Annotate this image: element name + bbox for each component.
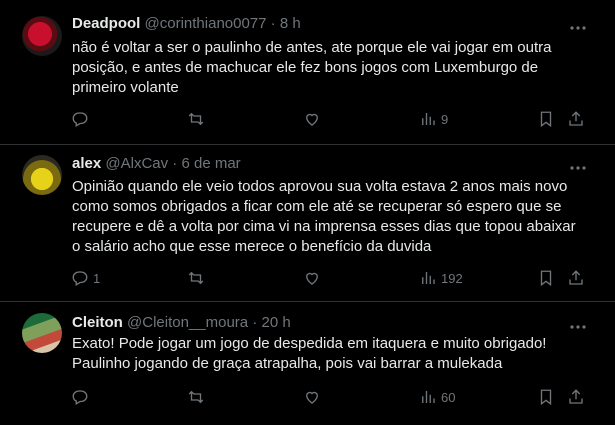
tweet[interactable]: alex @AlxCav · 6 de mar Opinião quando e… [0, 145, 615, 301]
retweet-button[interactable] [187, 109, 205, 129]
user-handle[interactable]: @AlxCav [105, 155, 168, 172]
like-button[interactable] [303, 268, 321, 288]
bookmark-button[interactable] [537, 109, 555, 129]
tweet-header: Cleiton @Cleiton__moura · 20 h [72, 314, 291, 332]
share-icon [567, 388, 585, 406]
more-icon[interactable] [569, 319, 587, 330]
views-count: 9 [441, 111, 449, 127]
more-icon[interactable] [569, 160, 587, 171]
reply-icon [71, 110, 89, 128]
like-icon [303, 269, 321, 287]
display-name[interactable]: alex [72, 155, 101, 172]
tweet[interactable]: Cleiton @Cleiton__moura · 20 h Exato! Po… [0, 302, 615, 425]
tweet-text: Opinião quando ele veio todos aprovou su… [72, 178, 576, 255]
share-button[interactable] [567, 387, 585, 407]
reply-button[interactable] [71, 109, 93, 129]
bookmark-button[interactable] [537, 268, 555, 288]
tweet-text: não é voltar a ser o paulinho de antes, … [72, 39, 552, 96]
avatar[interactable] [22, 155, 62, 195]
like-button[interactable] [303, 109, 321, 129]
views-icon [419, 110, 437, 128]
reply-icon [71, 388, 89, 406]
share-icon [567, 110, 585, 128]
action-bar: 60 [62, 387, 592, 407]
views-count: 60 [441, 389, 456, 405]
display-name[interactable]: Cleiton [72, 314, 123, 331]
like-icon [303, 110, 321, 128]
views-button[interactable]: 60 [419, 387, 455, 407]
share-button[interactable] [567, 268, 585, 288]
action-bar: 1 192 [62, 268, 592, 288]
reply-button[interactable]: 1 [71, 268, 100, 288]
bookmark-icon [537, 388, 555, 406]
action-bar: 9 [62, 109, 592, 129]
separator-dot: · [270, 15, 276, 32]
views-count: 192 [441, 270, 463, 286]
share-icon [567, 269, 585, 287]
retweet-button[interactable] [187, 268, 205, 288]
share-button[interactable] [567, 109, 585, 129]
reply-count: 1 [93, 270, 101, 286]
retweet-icon [187, 388, 205, 406]
tweet-text: Exato! Pode jogar um jogo de despedida e… [72, 335, 547, 372]
views-icon [419, 388, 437, 406]
reply-icon [71, 269, 89, 287]
separator-dot: · [172, 155, 178, 172]
timestamp[interactable]: 6 de mar [181, 155, 240, 172]
tweet-header: alex @AlxCav · 6 de mar [72, 155, 241, 173]
views-icon [419, 269, 437, 287]
retweet-button[interactable] [187, 387, 205, 407]
bookmark-icon [537, 269, 555, 287]
views-button[interactable]: 192 [419, 268, 463, 288]
views-button[interactable]: 9 [419, 109, 448, 129]
user-handle[interactable]: @Cleiton__moura [127, 314, 248, 331]
bookmark-icon [537, 110, 555, 128]
timestamp[interactable]: 8 h [280, 15, 301, 32]
more-icon[interactable] [569, 20, 587, 31]
bookmark-button[interactable] [537, 387, 555, 407]
timestamp[interactable]: 20 h [261, 314, 290, 331]
like-button[interactable] [303, 387, 321, 407]
separator-dot: · [252, 314, 258, 331]
retweet-icon [187, 110, 205, 128]
like-icon [303, 388, 321, 406]
user-handle[interactable]: @corinthiano0077 [145, 15, 267, 32]
avatar[interactable] [22, 16, 62, 56]
tweet[interactable]: Deadpool @corinthiano0077 · 8 h não é vo… [0, 0, 615, 144]
reply-feed: Deadpool @corinthiano0077 · 8 h não é vo… [0, 0, 615, 425]
avatar[interactable] [22, 313, 62, 353]
retweet-icon [187, 269, 205, 287]
tweet-header: Deadpool @corinthiano0077 · 8 h [72, 15, 301, 33]
reply-button[interactable] [71, 387, 93, 407]
display-name[interactable]: Deadpool [72, 15, 140, 32]
